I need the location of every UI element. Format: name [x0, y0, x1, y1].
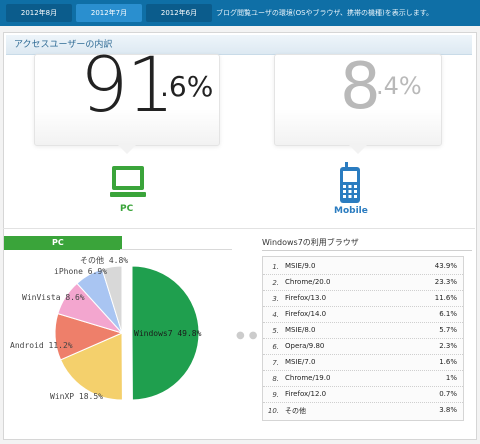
browser-percent: 23.3% [434, 278, 457, 286]
pie-slice-label: その他 4.8% [80, 255, 128, 265]
browser-rank: 2. [272, 279, 279, 287]
browser-table-row: 7. MSIE/7.0 1.6% [263, 355, 463, 371]
browser-rank: 10. [267, 407, 279, 415]
browser-percent: 3.8% [439, 406, 457, 414]
browser-name: Firefox/13.0 [285, 294, 327, 302]
browser-name: Chrome/20.0 [285, 278, 331, 286]
pie-slice-label: WinVista 8.6% [22, 293, 85, 302]
pc-share-whole: 91 [80, 40, 175, 129]
browser-name: MSIE/7.0 [285, 358, 316, 366]
browser-table-row: 6. Opera/9.80 2.3% [263, 339, 463, 355]
os-pie-chart: Windows7 49.8% WinXP 18.5% Android 11.2% Wi… [10, 255, 202, 401]
section-divider [3, 228, 475, 229]
browser-rank: 4. [272, 311, 279, 319]
desktop-monitor-icon [110, 166, 146, 197]
browser-name: Firefox/12.0 [285, 390, 327, 398]
browser-table-row: 8. Chrome/19.0 1% [263, 371, 463, 387]
browser-table-row: 5. MSIE/8.0 5.7% [263, 323, 463, 339]
mobile-phone-icon [340, 162, 360, 203]
pie-slice-label: Android 11.2% [10, 341, 73, 350]
pc-share-fraction: .6% [160, 70, 214, 103]
browser-table-row: 9. Firefox/12.0 0.7% [263, 387, 463, 403]
browser-rank: 5. [272, 327, 279, 335]
browser-rank: 9. [272, 391, 279, 399]
browser-rank: 8. [272, 375, 279, 383]
browser-table-row: 1. MSIE/9.0 43.9% [263, 259, 463, 275]
browser-name: Firefox/14.0 [285, 310, 327, 318]
section-title: アクセスユーザーの内訳 [6, 35, 472, 55]
browser-name: MSIE/9.0 [285, 262, 316, 270]
browser-table-row: 4. Firefox/14.0 6.1% [263, 307, 463, 323]
browser-rank: 7. [272, 359, 279, 367]
browser-table-row: 10. その他 3.8% [263, 403, 463, 418]
browser-table-title: Windows7の利用ブラウザ [262, 238, 359, 247]
browser-table-title-line [262, 250, 472, 251]
mobile-share-whole: 8 [340, 50, 381, 124]
mobile-label: Mobile [334, 206, 368, 216]
mobile-share-fraction: .4% [376, 72, 422, 100]
month-tab-bar: 2012年8月 2012年7月 2012年6月 ブログ閲覧ユーザの環境(OSやブ… [0, 0, 480, 26]
browser-table-row: 2. Chrome/20.0 23.3% [263, 275, 463, 291]
tab-2012-08[interactable]: 2012年8月 [6, 4, 72, 22]
browser-name: Opera/9.80 [285, 342, 325, 350]
browser-percent: 2.3% [439, 342, 457, 350]
browser-percent: 5.7% [439, 326, 457, 334]
pc-label: PC [120, 204, 134, 214]
pie-slice-label: WinXP 18.5% [50, 392, 103, 401]
browser-name: その他 [285, 407, 306, 415]
browser-percent: 1% [445, 374, 457, 382]
browser-rank: 3. [272, 295, 279, 303]
browser-percent: 43.9% [434, 262, 457, 270]
browser-table-row: 3. Firefox/13.0 11.6% [263, 291, 463, 307]
browser-name: Chrome/19.0 [285, 374, 331, 382]
browser-percent: 11.6% [434, 294, 457, 302]
browser-name: MSIE/8.0 [285, 326, 316, 334]
tab-2012-07[interactable]: 2012年7月 [76, 4, 142, 22]
browser-percent: 0.7% [439, 390, 457, 398]
pie-slice-label: iPhone 6.9% [54, 267, 107, 276]
pc-section-header: PC [4, 236, 122, 250]
browser-rank: 6. [272, 343, 279, 351]
header-description: ブログ閲覧ユーザの環境(OSやブラウザ、携帯の機種)を表示します。 [216, 9, 434, 17]
tab-2012-06[interactable]: 2012年6月 [146, 4, 212, 22]
browser-percent: 6.1% [439, 310, 457, 318]
pie-slice-label: Windows7 49.8% [134, 329, 202, 338]
browser-percent: 1.6% [439, 358, 457, 366]
browser-rank: 1. [272, 263, 279, 271]
browser-table: 1. MSIE/9.0 43.9% 2. Chrome/20.0 23.3% 3. Firef… [262, 256, 464, 421]
